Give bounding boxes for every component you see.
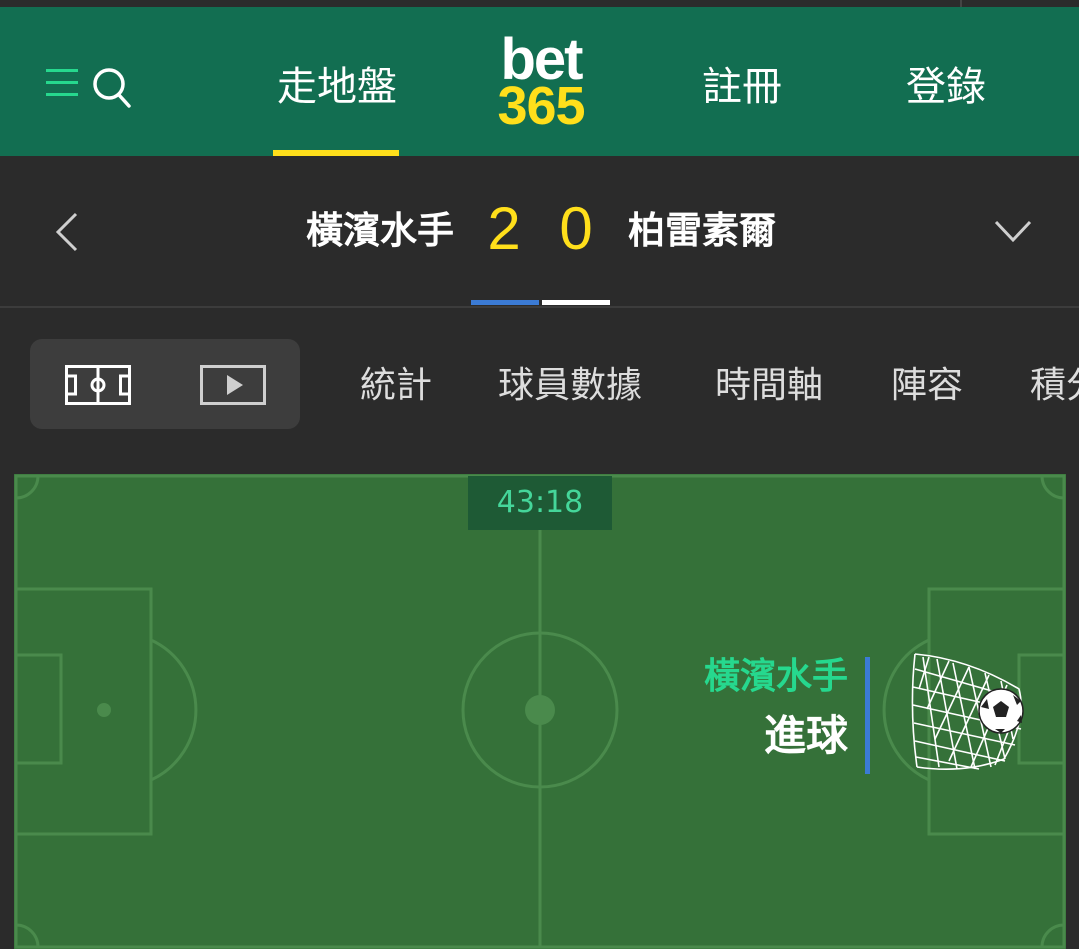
tab-lineups[interactable]: 陣容 [891,356,963,416]
bet365-logo[interactable]: bet 365 [486,31,596,136]
app-root: 走地盤 bet 365 註冊 登錄 橫濱水手 2 0 柏雷素爾 統計 球員數據 … [0,0,1079,949]
register-link[interactable]: 註冊 [702,57,782,117]
event-type-label: 進球 [763,711,848,760]
login-link[interactable]: 登錄 [906,57,986,117]
logo-text-365: 365 [497,76,585,136]
home-score: 2 [487,195,521,262]
match-tabs: 統計 球員數據 時間軸 陣容 積分 [0,308,1079,460]
match-clock: 43:18 [468,476,612,530]
away-score: 0 [559,195,593,262]
goal-net-icon [909,649,1029,774]
carousel-indicator-2[interactable] [542,300,610,305]
tab-player-stats[interactable]: 球員數據 [498,356,642,416]
pitch-view-icon[interactable] [65,365,131,405]
tab-stats[interactable]: 統計 [360,356,432,416]
scoreboard: 橫濱水手 2 0 柏雷素爾 [0,156,1079,306]
event-team-color-bar [865,657,870,774]
chevron-down-icon[interactable] [994,218,1032,244]
tab-standings[interactable]: 積分 [1030,356,1079,416]
away-team-name: 柏雷素爾 [628,209,776,252]
view-toggle [30,339,300,429]
tab-timeline[interactable]: 時間軸 [715,356,823,416]
video-play-icon[interactable] [200,365,266,405]
menu-icon[interactable] [46,67,80,99]
status-strip [0,0,1079,7]
carousel-indicator-1[interactable] [471,300,539,305]
pitch-visualization: 43:18 橫濱水手 進球 [14,474,1066,949]
event-team-name: 橫濱水手 [703,656,848,697]
chevron-left-icon[interactable] [52,212,82,252]
nav-inplay[interactable]: 走地盤 [272,57,402,117]
status-strip-divider [960,0,962,7]
search-icon[interactable] [92,67,132,109]
site-header: 走地盤 bet 365 註冊 登錄 [0,7,1079,156]
home-team-name: 橫濱水手 [306,209,454,252]
